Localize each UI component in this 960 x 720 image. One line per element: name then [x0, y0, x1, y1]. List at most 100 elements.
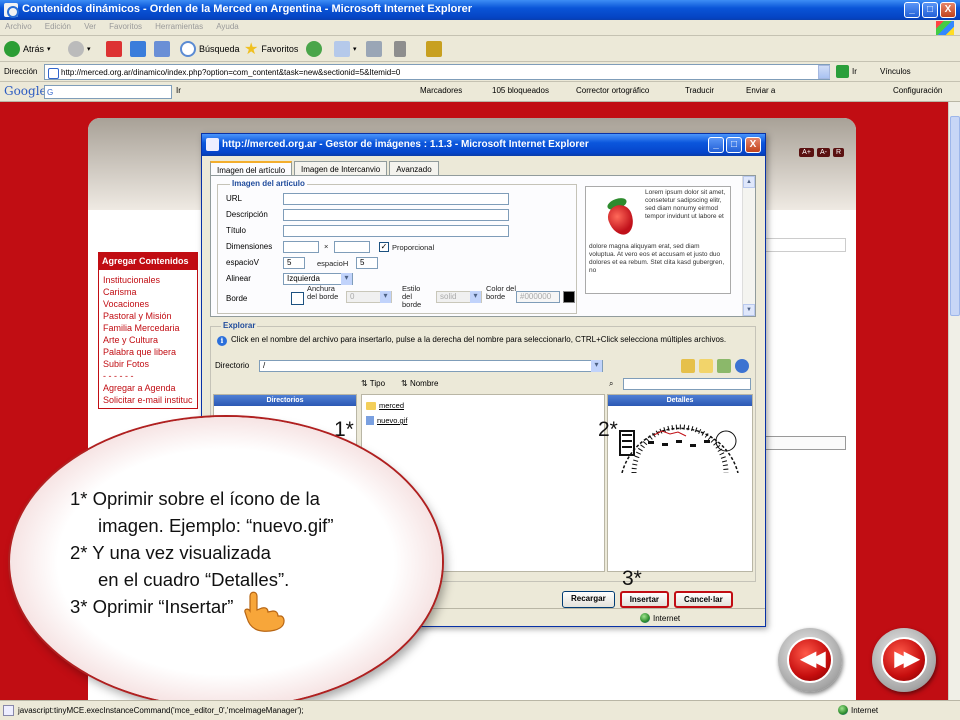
- dialog-maximize-button[interactable]: □: [726, 137, 742, 153]
- history-button[interactable]: [306, 39, 322, 59]
- hspace-input[interactable]: 5: [356, 257, 378, 269]
- scroll-down-icon[interactable]: ▼: [743, 304, 755, 316]
- edit-button[interactable]: [394, 39, 406, 59]
- send-to-button[interactable]: Enviar a: [746, 86, 775, 95]
- address-dropdown[interactable]: [818, 65, 830, 79]
- font-reset-button[interactable]: R: [832, 148, 844, 157]
- refresh-button[interactable]: [130, 39, 146, 59]
- sidebar: Agregar Contenidos Institucionales Caris…: [98, 252, 198, 409]
- ie-icon: [206, 138, 219, 151]
- research-icon: [426, 41, 442, 57]
- google-logo[interactable]: Google: [4, 84, 47, 98]
- sidebar-link[interactable]: Familia Mercedaria: [103, 322, 193, 334]
- translate-button[interactable]: Traducir: [685, 86, 714, 95]
- home-button[interactable]: [154, 39, 170, 59]
- bookmarks-button[interactable]: Marcadores: [420, 86, 462, 95]
- reload-button[interactable]: Recargar: [562, 591, 615, 608]
- popup-blocker-button[interactable]: 105 bloqueados: [492, 86, 549, 95]
- file-search-input[interactable]: [623, 378, 751, 390]
- maximize-button[interactable]: □: [922, 2, 938, 18]
- sidebar-links: Institucionales Carisma Vocaciones Pasto…: [98, 270, 198, 409]
- stop-button[interactable]: [106, 39, 122, 59]
- mail-button[interactable]: ▾: [334, 39, 357, 59]
- help-icon[interactable]: [735, 359, 749, 373]
- col-type-label: Tipo: [369, 379, 386, 388]
- site-side-field[interactable]: [764, 436, 846, 450]
- go-button[interactable]: Ir: [836, 65, 857, 78]
- scrollbar-thumb[interactable]: [950, 116, 960, 316]
- sidebar-link[interactable]: Agregar a Agenda: [103, 382, 193, 394]
- sidebar-link[interactable]: Carisma: [103, 286, 193, 298]
- next-slide-button[interactable]: ▶▶: [872, 628, 936, 692]
- file-item-nuevo-gif[interactable]: nuevo.gif: [366, 416, 407, 425]
- site-search-input[interactable]: [764, 238, 846, 252]
- folder-name: merced: [379, 401, 405, 410]
- cancel-button[interactable]: Cancel·lar: [674, 591, 733, 608]
- border-checkbox[interactable]: [291, 292, 304, 305]
- close-button[interactable]: X: [940, 2, 956, 18]
- panel-scrollbar[interactable]: ▲ ▼: [742, 176, 755, 316]
- menu-ver[interactable]: Ver: [79, 20, 101, 33]
- align-label: Alinear: [226, 274, 251, 283]
- menu-edicion[interactable]: Edición: [40, 20, 76, 33]
- minimize-button[interactable]: _: [904, 2, 920, 18]
- dialog-minimize-button[interactable]: _: [708, 137, 724, 153]
- font-increase-button[interactable]: A+: [799, 148, 814, 157]
- menu-ayuda[interactable]: Ayuda: [211, 20, 244, 33]
- sidebar-link[interactable]: Solicitar e-mail institucional: [103, 394, 193, 406]
- insert-button[interactable]: Insertar: [619, 591, 670, 608]
- address-input[interactable]: http://merced.org.ar/dinamico/index.php?…: [44, 64, 830, 80]
- preview-text-bottom: dolore magna aliquyam erat, sed diam vol…: [589, 243, 725, 274]
- url-input[interactable]: [283, 193, 509, 205]
- previous-slide-button[interactable]: ◀◀: [778, 628, 842, 692]
- height-input[interactable]: [334, 241, 370, 253]
- page-scrollbar[interactable]: [948, 102, 960, 700]
- scroll-up-icon[interactable]: ▲: [743, 176, 755, 188]
- settings-button[interactable]: Configuración: [893, 86, 942, 95]
- google-search-input[interactable]: G: [44, 85, 172, 99]
- vspace-input[interactable]: 5: [283, 257, 305, 269]
- width-input[interactable]: [283, 241, 319, 253]
- sidebar-link[interactable]: Institucionales: [103, 274, 193, 286]
- google-go-button[interactable]: Ir: [176, 86, 181, 95]
- col-name-header[interactable]: ⇅ Nombre: [401, 379, 438, 388]
- border-color-input[interactable]: #000000: [516, 291, 560, 303]
- search-button[interactable]: Búsqueda: [180, 39, 240, 59]
- sidebar-link[interactable]: Palabra que libera: [103, 346, 193, 358]
- col-type-header[interactable]: ⇅ Tipo: [361, 379, 385, 388]
- color-picker-swatch[interactable]: [563, 291, 575, 303]
- new-folder-icon[interactable]: [699, 359, 713, 373]
- folder-up-icon[interactable]: [681, 359, 695, 373]
- font-decrease-button[interactable]: A-: [816, 148, 830, 157]
- forward-button[interactable]: ▾: [68, 39, 91, 59]
- research-button[interactable]: [426, 39, 442, 59]
- folder-item-merced[interactable]: merced: [366, 401, 404, 410]
- menu-herramientas[interactable]: Herramientas: [150, 20, 208, 33]
- print-button[interactable]: [366, 39, 382, 59]
- proportional-checkbox[interactable]: ✓: [379, 242, 389, 252]
- sidebar-link[interactable]: Arte y Cultura: [103, 334, 193, 346]
- spellcheck-button[interactable]: Corrector ortográfico: [576, 86, 649, 95]
- window-titlebar: Contenidos dinámicos - Orden de la Merce…: [0, 0, 960, 20]
- dialog-close-button[interactable]: X: [745, 137, 761, 153]
- back-button[interactable]: Atrás ▾: [4, 39, 51, 59]
- directory-select[interactable]: /: [259, 360, 603, 372]
- title-input[interactable]: [283, 225, 509, 237]
- border-width-select[interactable]: 0: [346, 291, 392, 303]
- border-style-label: Estilo del borde: [402, 284, 422, 309]
- upload-icon[interactable]: [717, 359, 731, 373]
- instruction-line: imagen. Ejemplo: “nuevo.gif”: [98, 515, 334, 536]
- menu-archivo[interactable]: Archivo: [0, 20, 37, 33]
- file-tools: [681, 359, 749, 373]
- favorites-button[interactable]: ★ Favoritos: [244, 39, 298, 59]
- sidebar-link[interactable]: Pastoral y Misión: [103, 310, 193, 322]
- menu-favoritos[interactable]: Favoritos: [104, 20, 147, 33]
- border-style-select[interactable]: solid: [436, 291, 482, 303]
- instruction-line: 1* Oprimir sobre el ícono de la: [70, 488, 320, 509]
- sidebar-link[interactable]: Subir Fotos: [103, 358, 193, 370]
- details-header: Detalles: [608, 395, 752, 406]
- star-icon: ★: [244, 41, 259, 58]
- description-input[interactable]: [283, 209, 509, 221]
- sidebar-link[interactable]: Vocaciones: [103, 298, 193, 310]
- links-button[interactable]: Vínculos: [880, 67, 911, 76]
